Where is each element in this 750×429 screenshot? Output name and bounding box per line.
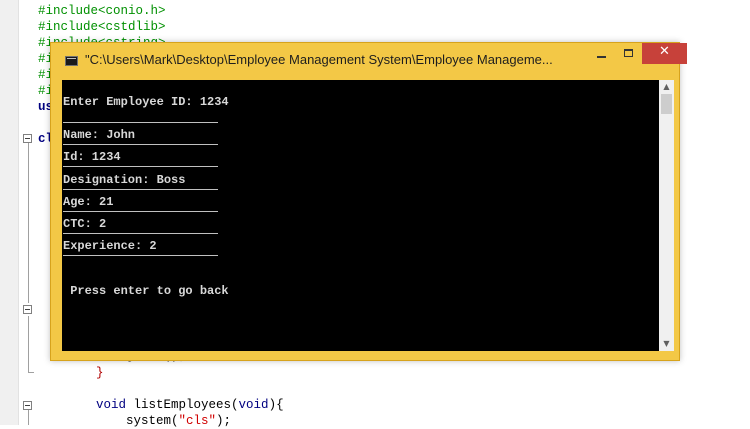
code-line: #include<conio.h> xyxy=(38,4,166,18)
console-separator xyxy=(63,211,218,212)
line-number-gutter xyxy=(0,0,19,425)
keyword: void xyxy=(96,398,127,412)
identifier: system( xyxy=(126,414,179,428)
console-line-employee-id-prompt: Enter Employee ID: 1234 xyxy=(63,95,229,109)
close-button[interactable]: ✕ xyxy=(642,43,687,64)
fold-toggle-list-employees[interactable] xyxy=(23,401,32,410)
punctuation: ); xyxy=(216,414,232,428)
fold-end-tick xyxy=(28,372,34,373)
console-line-age: Age: 21 xyxy=(63,195,114,209)
keyword: void xyxy=(238,398,269,412)
minimize-button[interactable] xyxy=(588,43,615,64)
minimize-icon xyxy=(597,56,606,58)
fold-guide xyxy=(28,316,29,372)
fold-guide xyxy=(28,410,29,425)
fold-toggle-function[interactable] xyxy=(23,305,32,314)
console-vertical-scrollbar[interactable]: ▲ ▼ xyxy=(659,80,674,351)
string-literal: "cls" xyxy=(178,414,217,428)
console-separator xyxy=(63,233,218,234)
console-line-press-enter: Press enter to go back xyxy=(63,284,229,298)
close-icon: ✕ xyxy=(659,44,670,59)
code-line: } xyxy=(96,366,104,380)
code-line: system("cls"); xyxy=(126,414,231,429)
console-output[interactable]: Enter Employee ID: 1234 Name: John Id: 1… xyxy=(62,80,659,351)
maximize-button[interactable] xyxy=(615,43,642,64)
window-titlebar[interactable]: "C:\Users\Mark\Desktop\Employee Manageme… xyxy=(51,43,687,79)
console-line-designation: Designation: Boss xyxy=(63,173,186,187)
punctuation: ){ xyxy=(268,398,284,412)
console-line-experience: Experience: 2 xyxy=(63,239,157,253)
console-separator xyxy=(63,166,218,167)
fold-toggle-class[interactable] xyxy=(23,134,32,143)
console-line-ctc: CTC: 2 xyxy=(63,217,107,231)
code-line: #include<cstdlib> xyxy=(38,20,166,34)
window-title: "C:\Users\Mark\Desktop\Employee Manageme… xyxy=(85,52,553,67)
console-line-name: Name: John xyxy=(63,128,136,142)
maximize-icon xyxy=(624,49,633,57)
console-app-icon[interactable] xyxy=(65,56,78,66)
identifier: listEmployees( xyxy=(126,398,239,412)
console-separator xyxy=(63,255,218,256)
scroll-up-arrow-icon[interactable]: ▲ xyxy=(659,80,674,94)
fold-guide xyxy=(28,143,29,303)
scroll-down-arrow-icon[interactable]: ▼ xyxy=(659,337,674,351)
scroll-thumb[interactable] xyxy=(661,94,672,114)
console-separator xyxy=(63,144,218,145)
console-separator xyxy=(63,189,218,190)
code-line: void listEmployees(void){ xyxy=(96,398,284,413)
console-line-id: Id: 1234 xyxy=(63,150,121,164)
console-separator xyxy=(63,122,218,123)
console-window[interactable]: "C:\Users\Mark\Desktop\Employee Manageme… xyxy=(50,42,687,361)
